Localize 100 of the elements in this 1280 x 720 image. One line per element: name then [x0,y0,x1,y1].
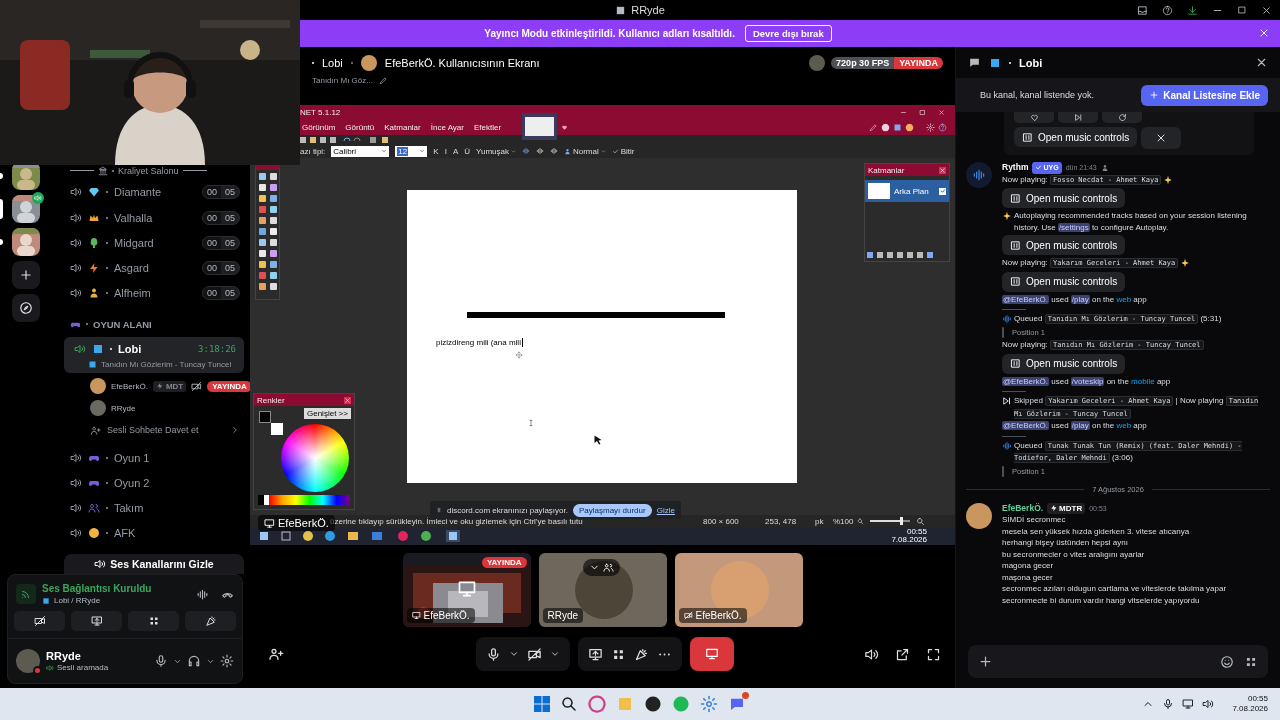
format-button[interactable]: Ü [464,146,471,156]
app-link[interactable]: mobile [1131,376,1155,386]
author-name[interactable]: EfeBerkÖ. [1002,502,1044,514]
voice-channel[interactable]: Asgard 00 05 [64,255,244,281]
pop-out-icon[interactable] [895,646,910,662]
format-button[interactable]: A [452,146,459,156]
voice-channel[interactable]: Oyun 2 [64,470,244,496]
image-canvas[interactable]: pizizdireng mili (ana mili [407,190,797,483]
close-icon[interactable] [1255,56,1268,69]
mention-link[interactable]: @EfeBerkÖ. [1002,294,1050,304]
menu-item[interactable]: Görüntü [345,123,375,132]
image-thumbnail[interactable] [522,113,557,140]
finish-button[interactable]: Bitir [611,146,635,156]
edit-icon[interactable] [378,76,388,85]
chevron-down-icon[interactable] [508,649,519,659]
layer-row[interactable]: Arka Plan [865,180,949,202]
download-icon[interactable] [1187,4,1198,16]
camera-button[interactable] [14,611,65,631]
inbox-icon[interactable] [1137,4,1148,16]
unit-select[interactable]: pk [815,516,833,526]
hide-link[interactable]: Gizle [656,505,675,515]
network-icon[interactable] [1182,698,1195,710]
primary-color-swatch[interactable] [259,411,271,423]
music-controls-button[interactable]: Open music controls [1014,127,1138,147]
add-person-icon[interactable] [268,646,284,662]
close-icon[interactable] [939,166,946,174]
volume-icon[interactable] [1202,698,1215,710]
repeat-button[interactable] [1102,112,1142,123]
fullscreen-icon[interactable] [926,646,941,662]
command-link[interactable]: /settings [1057,222,1090,232]
share-screen-button[interactable] [71,611,122,631]
disable-button[interactable]: Devre dışı bırak [744,25,832,42]
format-button[interactable]: I [444,146,447,156]
discover-button[interactable] [12,294,40,322]
blend-select[interactable]: Normal [563,146,606,156]
voice-channel[interactable]: Valhalla 00 05 [64,205,244,231]
plus-icon[interactable] [978,654,993,669]
soundboard-icon[interactable] [633,646,649,662]
close-icon[interactable] [1261,4,1272,16]
stop-stream-button[interactable] [689,637,734,671]
settings-icon[interactable] [220,654,234,668]
stop-sharing-button[interactable]: Paylaşmayı durdur [572,503,652,517]
start-icon[interactable] [534,696,550,712]
close-icon[interactable] [1258,27,1270,39]
user-avatar[interactable] [16,649,40,673]
next-button[interactable] [1058,112,1098,123]
voice-channel[interactable]: Alfheim 00 05 [64,280,244,306]
waveform-icon[interactable] [196,587,209,601]
music-controls-button[interactable]: Open music controls [1002,353,1126,374]
add-channel-button[interactable]: Kanal Listesine Ekle [1141,84,1268,106]
command-link[interactable]: /play [1070,421,1090,430]
antialias-select[interactable]: Yumuşak [476,146,516,156]
menu-item[interactable]: Görünüm [302,123,336,132]
mic-icon[interactable] [1162,698,1175,710]
voice-channel[interactable]: AFK [64,520,244,547]
command-link[interactable]: /voteskip [1070,376,1105,386]
author-name[interactable]: Rythm [1002,162,1029,174]
search-icon[interactable] [560,695,578,713]
music-controls-button[interactable]: Open music controls [1002,271,1126,292]
hide-channels-button[interactable]: Ses Kanallarını Gizle [64,554,244,574]
soundboard-button[interactable] [185,611,236,631]
menu-item[interactable]: Katmanlar [384,123,421,132]
font-select[interactable]: Calibri [331,145,390,157]
voice-channel[interactable]: Diamante 00 05 [64,179,244,205]
format-button[interactable]: K [433,146,439,156]
camera-button[interactable] [526,646,542,662]
invite-item[interactable]: Sesli Sohbete Davet et [64,419,244,441]
headset-icon[interactable] [187,654,201,668]
music-controls-button[interactable]: Open music controls [1002,188,1126,208]
close-icon[interactable] [344,396,351,404]
share-screen-icon[interactable] [587,646,603,662]
ball-app-icon[interactable] [644,695,662,713]
gear-app-icon[interactable] [700,695,718,713]
music-controls-button[interactable]: Open music controls [1002,235,1126,255]
voice-channel[interactable]: Takım [64,495,244,521]
mic-icon[interactable] [154,654,168,668]
help-icon[interactable] [1162,4,1173,16]
zoom-slider-thumb[interactable] [900,517,904,525]
participant-tile[interactable]: RRyde [538,553,667,627]
app-link[interactable]: web [1116,294,1132,304]
secondary-color-swatch[interactable] [271,423,283,435]
message-field[interactable] [968,645,1268,678]
zoom-in-icon[interactable] [916,516,925,526]
like-button[interactable] [1014,112,1054,123]
menu-item[interactable]: Efektler [473,123,502,132]
color-palette[interactable] [258,495,350,505]
color-wheel[interactable] [281,424,349,492]
tile-options-button[interactable] [582,559,620,576]
add-server-button[interactable] [12,261,40,289]
menu-item[interactable]: İnce Ayar [430,123,464,132]
emoji-icon[interactable] [1220,654,1234,669]
visibility-checkbox[interactable] [939,187,946,195]
mention-link[interactable]: @EfeBerkÖ. [1002,376,1050,386]
activities-button[interactable] [128,611,179,631]
chevron-down-icon[interactable] [549,649,560,659]
maximize-icon[interactable] [1237,4,1247,15]
mention-link[interactable]: @EfeBerkÖ. [1002,421,1050,430]
app-link[interactable]: web [1116,421,1132,430]
ring-app-icon[interactable] [588,695,606,713]
participant-tile[interactable]: EfeBerkÖ. [674,553,803,627]
